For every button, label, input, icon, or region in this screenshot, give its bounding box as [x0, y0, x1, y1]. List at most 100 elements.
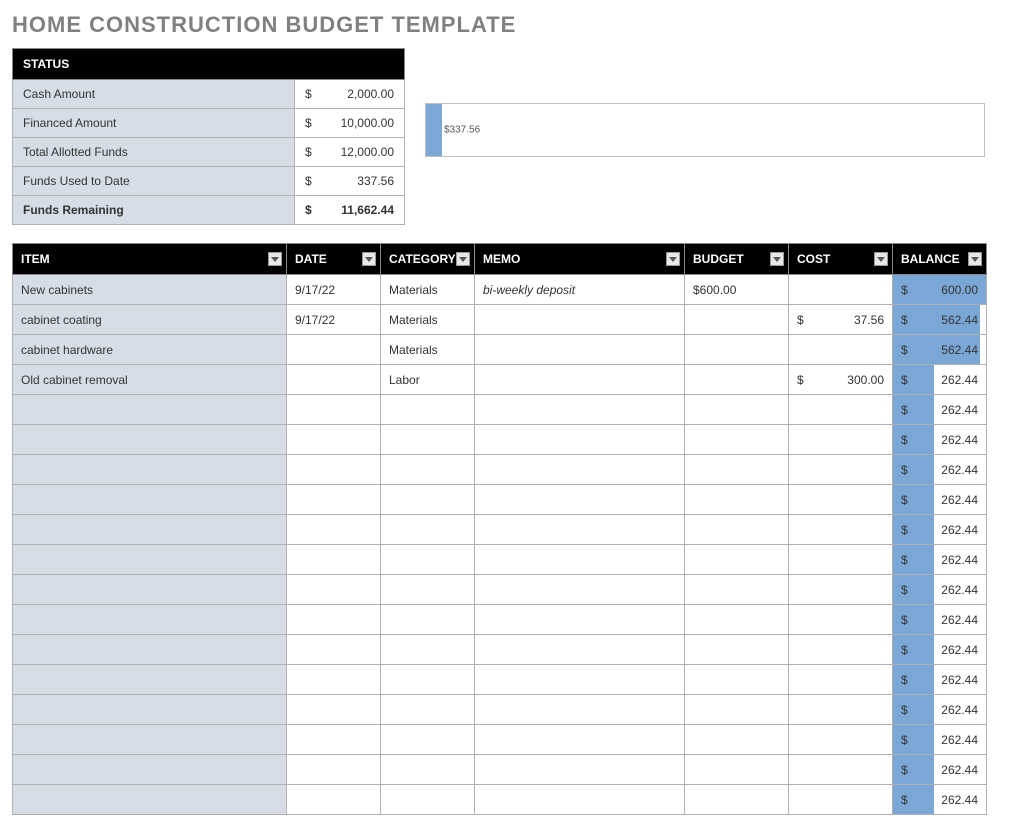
cell-cost[interactable]: $300.00 — [789, 365, 893, 395]
cell-balance[interactable]: $262.44 — [893, 455, 987, 485]
cell-budget[interactable] — [685, 335, 789, 365]
cell-balance[interactable]: $262.44 — [893, 485, 987, 515]
cell-balance[interactable]: $262.44 — [893, 575, 987, 605]
cell-balance[interactable]: $262.44 — [893, 545, 987, 575]
cell-category[interactable] — [381, 575, 475, 605]
cell-budget[interactable] — [685, 785, 789, 815]
cell-memo[interactable] — [475, 395, 685, 425]
cell-item[interactable] — [13, 485, 287, 515]
cell-memo[interactable] — [475, 485, 685, 515]
cell-date[interactable] — [287, 785, 381, 815]
cell-date[interactable]: 9/17/22 — [287, 305, 381, 335]
cell-balance[interactable]: $562.44 — [893, 335, 987, 365]
cell-date[interactable] — [287, 455, 381, 485]
cell-cost[interactable] — [789, 455, 893, 485]
cell-budget[interactable] — [685, 605, 789, 635]
cell-date[interactable] — [287, 635, 381, 665]
cell-category[interactable] — [381, 635, 475, 665]
cell-memo[interactable] — [475, 305, 685, 335]
filter-icon[interactable] — [874, 252, 888, 266]
cell-memo[interactable] — [475, 665, 685, 695]
cell-category[interactable] — [381, 425, 475, 455]
cell-budget[interactable] — [685, 305, 789, 335]
cell-category[interactable] — [381, 515, 475, 545]
cell-category[interactable] — [381, 695, 475, 725]
cell-date[interactable] — [287, 395, 381, 425]
cell-date[interactable] — [287, 755, 381, 785]
cell-balance[interactable]: $262.44 — [893, 665, 987, 695]
cell-cost[interactable] — [789, 545, 893, 575]
cell-category[interactable] — [381, 785, 475, 815]
cell-cost[interactable] — [789, 275, 893, 305]
cell-item[interactable] — [13, 545, 287, 575]
cell-date[interactable] — [287, 365, 381, 395]
cell-category[interactable]: Materials — [381, 335, 475, 365]
cell-balance[interactable]: $262.44 — [893, 365, 987, 395]
cell-budget[interactable] — [685, 725, 789, 755]
cell-budget[interactable] — [685, 365, 789, 395]
cell-memo[interactable] — [475, 785, 685, 815]
cell-cost[interactable] — [789, 575, 893, 605]
cell-balance[interactable]: $262.44 — [893, 395, 987, 425]
cell-date[interactable] — [287, 665, 381, 695]
cell-cost[interactable] — [789, 425, 893, 455]
cell-date[interactable] — [287, 515, 381, 545]
cell-item[interactable] — [13, 455, 287, 485]
cell-category[interactable] — [381, 665, 475, 695]
cell-item[interactable] — [13, 755, 287, 785]
cell-memo[interactable] — [475, 575, 685, 605]
cell-memo[interactable] — [475, 635, 685, 665]
filter-icon[interactable] — [456, 252, 470, 266]
cell-cost[interactable] — [789, 635, 893, 665]
cell-item[interactable] — [13, 635, 287, 665]
cell-budget[interactable] — [685, 755, 789, 785]
cell-item[interactable] — [13, 395, 287, 425]
cell-memo[interactable] — [475, 545, 685, 575]
cell-date[interactable] — [287, 485, 381, 515]
col-header-memo[interactable]: MEMO — [475, 244, 685, 275]
cell-date[interactable] — [287, 605, 381, 635]
cell-category[interactable] — [381, 725, 475, 755]
cell-category[interactable] — [381, 395, 475, 425]
filter-icon[interactable] — [968, 252, 982, 266]
cell-item[interactable] — [13, 605, 287, 635]
status-value[interactable]: $10,000.00 — [295, 109, 405, 138]
cell-item[interactable] — [13, 785, 287, 815]
status-label[interactable]: Cash Amount — [13, 80, 295, 109]
cell-budget[interactable] — [685, 395, 789, 425]
col-header-item[interactable]: ITEM — [13, 244, 287, 275]
cell-memo[interactable] — [475, 755, 685, 785]
cell-budget[interactable] — [685, 485, 789, 515]
cell-cost[interactable] — [789, 665, 893, 695]
cell-item[interactable] — [13, 425, 287, 455]
cell-category[interactable] — [381, 545, 475, 575]
cell-memo[interactable] — [475, 335, 685, 365]
cell-balance[interactable]: $262.44 — [893, 425, 987, 455]
col-header-budget[interactable]: BUDGET — [685, 244, 789, 275]
cell-budget[interactable] — [685, 425, 789, 455]
cell-cost[interactable]: $37.56 — [789, 305, 893, 335]
cell-budget[interactable] — [685, 695, 789, 725]
cell-category[interactable]: Labor — [381, 365, 475, 395]
filter-icon[interactable] — [268, 252, 282, 266]
cell-balance[interactable]: $262.44 — [893, 515, 987, 545]
cell-item[interactable] — [13, 725, 287, 755]
col-header-cost[interactable]: COST — [789, 244, 893, 275]
cell-cost[interactable] — [789, 755, 893, 785]
cell-balance[interactable]: $262.44 — [893, 695, 987, 725]
cell-date[interactable] — [287, 695, 381, 725]
cell-category[interactable] — [381, 485, 475, 515]
cell-memo[interactable]: bi-weekly deposit — [475, 275, 685, 305]
cell-cost[interactable] — [789, 335, 893, 365]
cell-balance[interactable]: $600.00 — [893, 275, 987, 305]
cell-memo[interactable] — [475, 515, 685, 545]
cell-date[interactable] — [287, 575, 381, 605]
cell-memo[interactable] — [475, 365, 685, 395]
cell-category[interactable]: Materials — [381, 305, 475, 335]
filter-icon[interactable] — [362, 252, 376, 266]
cell-memo[interactable] — [475, 455, 685, 485]
cell-budget[interactable] — [685, 455, 789, 485]
cell-memo[interactable] — [475, 425, 685, 455]
status-value[interactable]: $11,662.44 — [295, 196, 405, 225]
cell-memo[interactable] — [475, 695, 685, 725]
